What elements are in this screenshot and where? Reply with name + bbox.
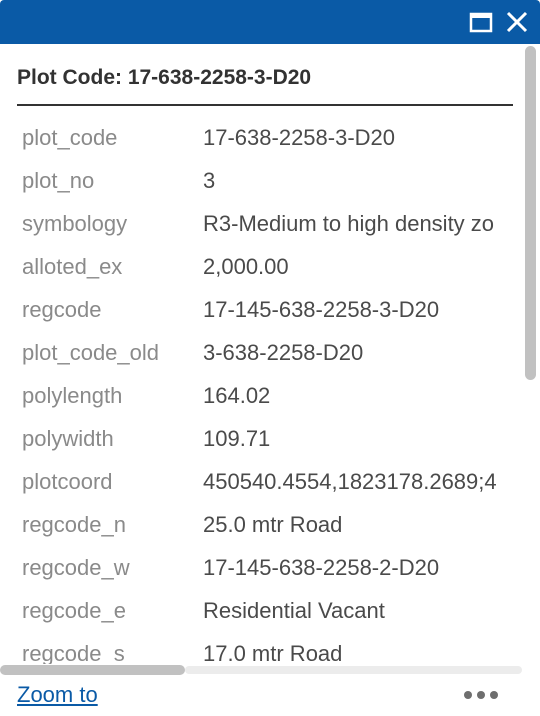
attribute-value: 3-638-2258-D20 bbox=[203, 340, 364, 365]
table-row: polylength 164.02 bbox=[0, 374, 522, 417]
table-row: regcode_e Residential Vacant bbox=[0, 589, 522, 632]
attribute-value: 164.02 bbox=[203, 383, 271, 408]
attribute-name: symbology bbox=[22, 211, 128, 236]
attribute-value: 17-145-638-2258-3-D20 bbox=[203, 297, 440, 322]
title-divider bbox=[17, 104, 513, 106]
table-row: plot_code_old 3-638-2258-D20 bbox=[0, 331, 522, 374]
attribute-table: plot_code 17-638-2258-3-D20 plot_no 3 sy… bbox=[0, 116, 522, 664]
horizontal-scrollbar-thumb[interactable] bbox=[0, 665, 185, 675]
attribute-value: Residential Vacant bbox=[203, 598, 385, 623]
attribute-value: 109.71 bbox=[203, 426, 271, 451]
more-actions-button[interactable] bbox=[462, 686, 500, 704]
attribute-value: 25.0 mtr Road bbox=[203, 512, 343, 537]
table-row: alloted_ex 2,000.00 bbox=[0, 245, 522, 288]
ellipsis-icon bbox=[462, 691, 500, 708]
attribute-name: plotcoord bbox=[22, 469, 113, 494]
attribute-name: regcode bbox=[22, 297, 102, 322]
popup-footer: Zoom to bbox=[0, 676, 540, 716]
popup-window: Plot Code: 17-638-2258-3-D20 plot_code 1… bbox=[0, 0, 540, 716]
popup-title: Plot Code: 17-638-2258-3-D20 bbox=[17, 66, 312, 89]
attribute-name: alloted_ex bbox=[22, 254, 123, 279]
attribute-value: 2,000.00 bbox=[203, 254, 289, 279]
attribute-value: 17-145-638-2258-2-D20 bbox=[203, 555, 440, 580]
table-row: plot_code 17-638-2258-3-D20 bbox=[0, 116, 522, 159]
attribute-name: polylength bbox=[22, 383, 123, 408]
table-row: regcode 17-145-638-2258-3-D20 bbox=[0, 288, 522, 331]
vertical-scrollbar-thumb[interactable] bbox=[525, 46, 536, 380]
close-icon bbox=[503, 8, 531, 36]
table-row: polywidth 109.71 bbox=[0, 417, 522, 460]
table-row: symbology R3-Medium to high density zo bbox=[0, 202, 522, 245]
popup-content[interactable]: Plot Code: 17-638-2258-3-D20 plot_code 1… bbox=[0, 44, 522, 664]
attribute-name: regcode_s bbox=[22, 641, 125, 664]
attribute-name: regcode_e bbox=[22, 598, 126, 623]
attribute-name: plot_code_old bbox=[22, 340, 160, 365]
zoom-to-link[interactable]: Zoom to bbox=[17, 682, 98, 708]
attribute-name: regcode_n bbox=[22, 512, 126, 537]
attribute-value: 17.0 mtr Road bbox=[203, 641, 343, 664]
attribute-value: R3-Medium to high density zo bbox=[203, 211, 495, 236]
attribute-value: 3 bbox=[203, 168, 216, 193]
attribute-name: polywidth bbox=[22, 426, 114, 451]
horizontal-scrollbar-track[interactable] bbox=[185, 666, 522, 674]
attribute-name: plot_no bbox=[22, 168, 95, 193]
table-row: regcode_n 25.0 mtr Road bbox=[0, 503, 522, 546]
table-row: regcode_w 17-145-638-2258-2-D20 bbox=[0, 546, 522, 589]
close-button[interactable] bbox=[503, 8, 531, 36]
table-row: regcode_s 17.0 mtr Road bbox=[0, 632, 522, 664]
attribute-value: 450540.4554,1823178.2689;4 bbox=[203, 469, 497, 494]
maximize-icon bbox=[467, 8, 495, 36]
table-row: plotcoord 450540.4554,1823178.2689;4 bbox=[0, 460, 522, 503]
popup-titlebar bbox=[0, 0, 540, 44]
table-row: plot_no 3 bbox=[0, 159, 522, 202]
attribute-name: plot_code bbox=[22, 125, 118, 150]
maximize-button[interactable] bbox=[467, 8, 495, 36]
attribute-name: regcode_w bbox=[22, 555, 130, 580]
attribute-value: 17-638-2258-3-D20 bbox=[203, 125, 396, 150]
